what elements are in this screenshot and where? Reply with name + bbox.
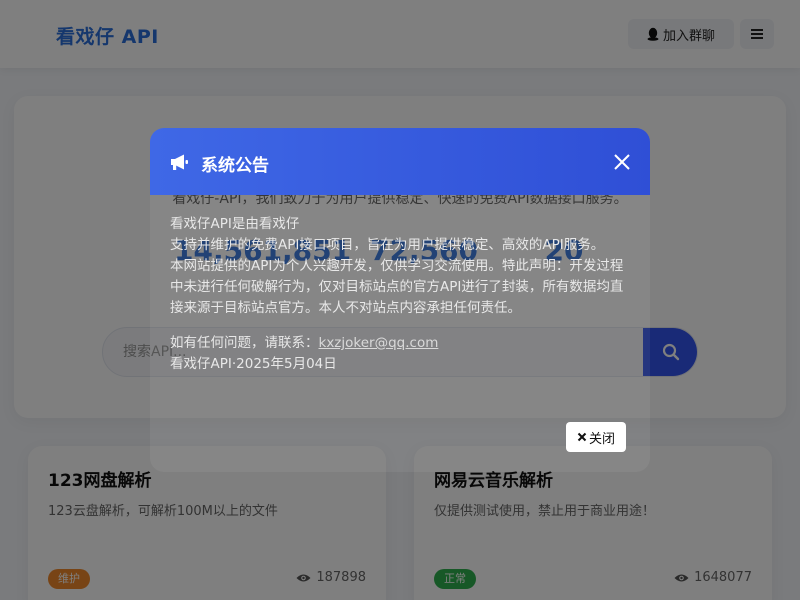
megaphone-icon — [171, 154, 188, 170]
contact-line: 如有任何问题，请联系：kxzjoker@qq.com — [170, 333, 630, 354]
announcement-line: 支持并维护的免费API接口项目，旨在为用户提供稳定、高效的API服务。 — [170, 237, 605, 253]
contact-prefix: 如有任何问题，请联系： — [170, 335, 319, 351]
close-x-icon[interactable] — [612, 152, 632, 172]
close-icon — [577, 432, 587, 442]
close-button-label: 关闭 — [588, 431, 615, 447]
modal-header: 系统公告 — [150, 128, 650, 195]
announcement-modal: 系统公告 看戏仔API是由看戏仔 支持并维护的免费API接口项目，旨在为用户提供… — [150, 128, 650, 472]
contact-email-link[interactable]: kxzjoker@qq.com — [319, 335, 439, 351]
close-modal-button[interactable]: 关闭 — [566, 422, 626, 452]
modal-title: 系统公告 — [201, 156, 269, 176]
signature-line: 看戏仔API·2025年5月04日 — [170, 356, 337, 372]
announcement-line: 本网站提供的API为个人兴趣开发，仅供学习交流使用。特此声明：开发过程中未进行任… — [170, 258, 624, 316]
announcement-line: 看戏仔API是由看戏仔 — [170, 216, 300, 232]
modal-body: 看戏仔API是由看戏仔 支持并维护的免费API接口项目，旨在为用户提供稳定、高效… — [170, 214, 630, 375]
